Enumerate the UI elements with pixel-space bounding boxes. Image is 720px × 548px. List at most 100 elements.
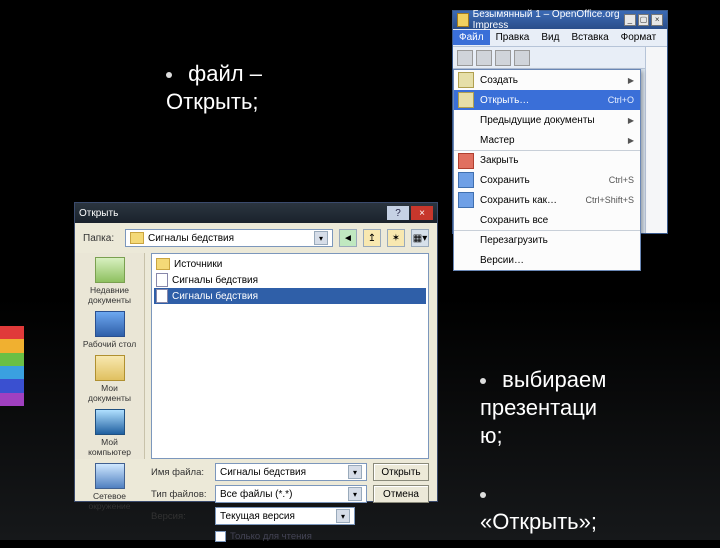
toolbar-icon[interactable] — [495, 50, 511, 66]
chevron-down-icon[interactable]: ▾ — [348, 465, 362, 479]
filename-row: Имя файла: Сигналы бедствия ▾ Открыть — [151, 463, 429, 481]
menu-item-close[interactable]: Закрыть — [454, 150, 640, 170]
open-button[interactable]: Открыть — [373, 463, 429, 481]
place-label: Сетевое окружение — [80, 491, 140, 511]
menu-edit[interactable]: Правка — [490, 30, 536, 45]
menu-item-label: Сохранить все — [480, 215, 634, 226]
folder-icon — [130, 232, 144, 244]
file-row[interactable]: Источники — [154, 256, 426, 272]
file-name: Сигналы бедствия — [172, 291, 258, 302]
document-icon — [156, 273, 168, 287]
menu-view[interactable]: Вид — [535, 30, 565, 45]
rainbow-accent — [0, 326, 24, 406]
menu-item-wizard[interactable]: Мастер ▶ — [454, 130, 640, 150]
computer-icon — [95, 409, 125, 435]
nav-back-icon[interactable]: ◄ — [339, 229, 357, 247]
menu-item-shortcut: Ctrl+O — [608, 95, 634, 105]
bullet-text-line: файл – — [188, 61, 262, 86]
place-recent[interactable]: Недавние документы — [80, 257, 140, 305]
save-icon — [458, 172, 474, 188]
toolbar-icon[interactable] — [514, 50, 530, 66]
menu-item-open[interactable]: Открыть… Ctrl+O — [454, 90, 640, 110]
place-mycomputer[interactable]: Мой компьютер — [80, 409, 140, 457]
bullet-text-line: «Открыть»; — [480, 509, 597, 534]
menu-item-versions[interactable]: Версии… — [454, 250, 640, 270]
menu-file[interactable]: Файл — [453, 30, 490, 45]
bullet-text-line: выбираем — [502, 367, 606, 392]
file-row[interactable]: Сигналы бедствия — [154, 272, 426, 288]
toolbar-icon[interactable] — [476, 50, 492, 66]
bullet-file-open: файл – Открыть; — [166, 60, 346, 116]
toolbar-icon[interactable] — [457, 50, 473, 66]
menu-insert[interactable]: Вставка — [565, 30, 614, 45]
menu-item-create[interactable]: Создать ▶ — [454, 70, 640, 90]
submenu-arrow-icon: ▶ — [628, 116, 634, 125]
folder-combo[interactable]: Сигналы бедствия ▾ — [125, 229, 333, 247]
bullet-text-line: презентаци — [480, 395, 597, 420]
file-list[interactable]: Источники Сигналы бедствия Сигналы бедст… — [151, 253, 429, 459]
nav-views-icon[interactable]: ▦▾ — [411, 229, 429, 247]
readonly-checkbox-row[interactable]: Только для чтения — [215, 531, 429, 542]
menu-item-save-all[interactable]: Сохранить все — [454, 210, 640, 230]
bullet-text-line: ю; — [480, 423, 503, 448]
menu-item-save-as[interactable]: Сохранить как… Ctrl+Shift+S — [454, 190, 640, 210]
place-mydocs[interactable]: Мои документы — [80, 355, 140, 403]
menu-item-save[interactable]: Сохранить Ctrl+S — [454, 170, 640, 190]
folder-combo-value: Сигналы бедствия — [148, 233, 234, 244]
places-sidebar: Недавние документы Рабочий стол Мои доку… — [75, 253, 145, 459]
place-label: Рабочий стол — [80, 339, 140, 349]
bullet-dot-icon — [480, 378, 486, 384]
bullet-choose-presentation: выбираем презентаци ю; — [480, 366, 700, 450]
menu-item-label: Сохранить — [480, 175, 609, 186]
version-row: Версия: Текущая версия ▾ — [151, 507, 429, 525]
menu-item-recent[interactable]: Предыдущие документы ▶ — [454, 110, 640, 130]
bullet-dot-icon — [166, 72, 172, 78]
menubar: Файл Правка Вид Вставка Формат — [453, 29, 667, 47]
chevron-down-icon[interactable]: ▾ — [336, 509, 350, 523]
save-as-icon — [458, 192, 474, 208]
maximize-button[interactable]: ▢ — [638, 14, 650, 26]
filename-value: Сигналы бедствия — [220, 467, 306, 478]
filename-label: Имя файла: — [151, 467, 209, 478]
filetype-row: Тип файлов: Все файлы (*.*) ▾ Отмена — [151, 485, 429, 503]
submenu-arrow-icon: ▶ — [628, 76, 634, 85]
filename-input[interactable]: Сигналы бедствия ▾ — [215, 463, 367, 481]
file-row-selected[interactable]: Сигналы бедствия — [154, 288, 426, 304]
menu-item-reload[interactable]: Перезагрузить — [454, 230, 640, 250]
dialog-close-button[interactable]: × — [411, 206, 433, 220]
menu-item-label: Версии… — [480, 255, 634, 266]
nav-up-icon[interactable]: ↥ — [363, 229, 381, 247]
file-dropdown-menu: Создать ▶ Открыть… Ctrl+O Предыдущие док… — [453, 69, 641, 271]
folder-icon — [95, 355, 125, 381]
menu-item-label: Мастер — [480, 135, 628, 146]
window-titlebar: Безымянный 1 – OpenOffice.org Impress _ … — [453, 11, 667, 29]
cancel-button[interactable]: Отмена — [373, 485, 429, 503]
side-panel — [645, 47, 667, 233]
bullet-open-click: «Открыть»; — [480, 480, 700, 536]
new-file-icon — [458, 72, 474, 88]
menu-item-shortcut: Ctrl+Shift+S — [585, 195, 634, 205]
place-network[interactable]: Сетевое окружение — [80, 463, 140, 511]
dialog-help-button[interactable]: ? — [387, 206, 409, 220]
menu-format[interactable]: Формат — [615, 30, 663, 45]
blank-icon — [458, 132, 474, 148]
blank-icon — [458, 112, 474, 128]
readonly-label: Только для чтения — [230, 531, 312, 542]
close-button[interactable]: × — [651, 14, 663, 26]
chevron-down-icon[interactable]: ▾ — [348, 487, 362, 501]
filetype-combo[interactable]: Все файлы (*.*) ▾ — [215, 485, 367, 503]
dialog-body: Недавние документы Рабочий стол Мои доку… — [75, 253, 437, 459]
chevron-down-icon[interactable]: ▾ — [314, 231, 328, 245]
window-title: Безымянный 1 – OpenOffice.org Impress — [473, 9, 622, 31]
document-icon — [156, 289, 168, 303]
place-desktop[interactable]: Рабочий стол — [80, 311, 140, 349]
version-value: Текущая версия — [220, 511, 295, 522]
place-label: Мои документы — [80, 383, 140, 403]
menu-item-label: Закрыть — [480, 155, 634, 166]
menu-item-label: Создать — [480, 75, 628, 86]
dialog-title: Открыть — [79, 208, 118, 219]
version-combo[interactable]: Текущая версия ▾ — [215, 507, 355, 525]
minimize-button[interactable]: _ — [624, 14, 636, 26]
nav-newfolder-icon[interactable]: ✶ — [387, 229, 405, 247]
checkbox-icon[interactable] — [215, 531, 226, 542]
